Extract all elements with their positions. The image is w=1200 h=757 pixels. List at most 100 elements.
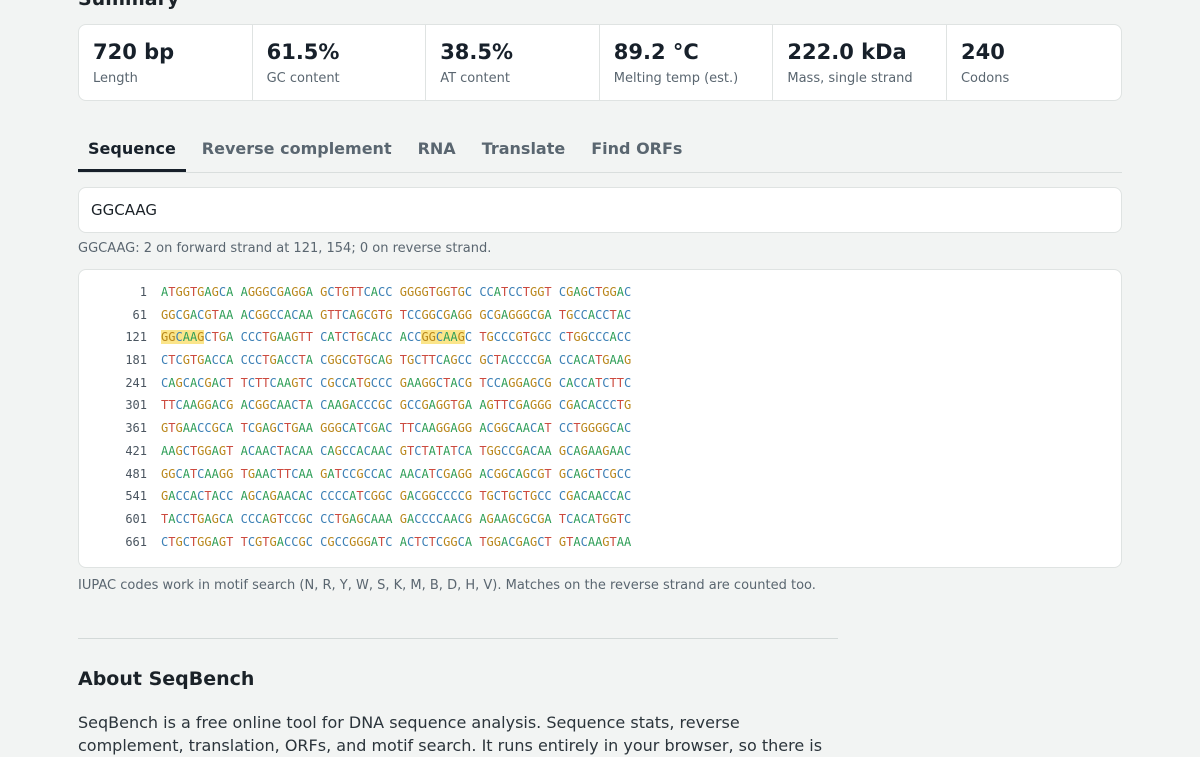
tab-rna[interactable]: RNA <box>408 130 466 172</box>
base-group: GCGAGGGCGA <box>479 307 552 322</box>
iupac-hint: IUPAC codes work in motif search (N, R, … <box>78 578 816 593</box>
base-group: AGTTCGAGGG <box>479 398 552 413</box>
base-group: GCTACCCCGA <box>479 353 552 368</box>
base-group: GCCGAGGTGA <box>399 398 473 413</box>
stat-value: 89.2 °C <box>613 40 699 64</box>
row-position: 181 <box>125 353 147 368</box>
base-group: TCACATGGTC <box>558 511 632 526</box>
base-group: CCACATGAAG <box>558 353 632 368</box>
base-group: GTCTATATCA <box>399 443 473 458</box>
base-group: GGGCATCGAC <box>320 421 393 436</box>
row-bases: GACCACTACC AGCAGAACAC CCCCATCGGC GACGGCC… <box>161 488 631 511</box>
motif-search-input[interactable] <box>78 187 1122 233</box>
base-group: TGCTGCTGCC <box>479 489 552 504</box>
base-group: TTCAAGGACG <box>161 398 234 413</box>
base-group: ACGGCCACAA <box>240 307 313 322</box>
base-group: CCTGAGCAAA <box>320 511 393 526</box>
row-position: 301 <box>125 398 147 413</box>
row-position: 601 <box>125 511 147 526</box>
row-bases: ATGGTGAGCA AGGGCGAGGA GCTGTTCACC GGGGTGG… <box>161 284 631 307</box>
base-group: GATCCGCCAC <box>320 466 393 481</box>
row-bases: CAGCACGACT TCTTCAAGTC CGCCATGCCC GAAGGCT… <box>161 375 631 398</box>
base-group: AGCAGAACAC <box>240 489 313 504</box>
stat-value: 38.5% <box>440 40 514 64</box>
base-group: TCGTGACCGC <box>240 534 313 549</box>
stat-melting-temp: 89.2 °C Melting temp (est.) <box>600 25 774 100</box>
stat-label: Length <box>93 71 138 86</box>
base-group: ATGGTGAGCA <box>161 285 234 299</box>
base-group: GACGGCCCCG <box>399 489 473 504</box>
sequence-row: 121 GGCAAGCTGA CCCTGAAGTT CATCTGCACC ACCG… <box>79 329 631 352</box>
row-position: 661 <box>125 534 147 549</box>
base-group: CGCCATGCCC <box>320 375 393 390</box>
base-group: GTACAAGTAA <box>558 534 632 549</box>
base-group: ACGGCAACTA <box>240 398 313 413</box>
stat-length: 720 bp Length <box>79 25 253 100</box>
base-group: TGGACGAGCT <box>479 534 552 549</box>
base-group: TGGCCGACAA <box>479 443 552 458</box>
row-bases: GTGAACCGCA TCGAGCTGAA GGGCATCGAC TTCAAGG… <box>161 420 631 443</box>
base-group: TGAACTTCAA <box>240 466 313 481</box>
base-group: CGCCGGGATC <box>320 534 393 549</box>
sequence-row: 1 ATGGTGAGCA AGGGCGAGGA GCTGTTCACC GGGGTG… <box>79 284 631 307</box>
sequence-row: 241 CAGCACGACT TCTTCAAGTC CGCCATGCCC GAAG… <box>79 375 631 398</box>
base-group: TCTTCAAGTC <box>240 375 313 390</box>
row-position: 541 <box>125 489 147 504</box>
row-position: 61 <box>132 307 147 322</box>
base-group: GCAGAAGAAC <box>558 443 632 458</box>
base-group: TCCGGCGAGG <box>399 307 473 322</box>
base-group: CGGCGTGCAG <box>320 353 393 368</box>
base-group: AACATCGAGG <box>399 466 473 481</box>
base-group: CCCAGTCCGC <box>240 511 313 526</box>
row-bases: GGCGACGTAA ACGGCCACAA GTTCAGCGTG TCCGGCG… <box>161 307 631 330</box>
base-group: GCAGCTCGCC <box>558 466 632 481</box>
row-bases: CTCGTGACCA CCCTGACCTA CGGCGTGCAG TGCTTCA… <box>161 352 631 375</box>
base-group: GCTGTTCACC <box>320 285 393 299</box>
summary-title: Summary <box>78 0 179 10</box>
base-group: CAGCACGACT <box>161 375 234 390</box>
base-group: TACCTGAGCA <box>161 511 234 526</box>
base-group: AGAAGCGCGA <box>479 511 552 526</box>
tab-sequence[interactable]: Sequence <box>78 130 186 172</box>
stat-value: 61.5% <box>266 40 340 64</box>
row-position: 481 <box>125 466 147 481</box>
stat-label: AT content <box>440 71 510 86</box>
stat-label: Mass, single strand <box>787 71 913 86</box>
sequence-row: 601 TACCTGAGCA CCCAGTCCGC CCTGAGCAAA GACC… <box>79 511 631 534</box>
row-bases: AAGCTGGAGT ACAACTACAA CAGCCACAAC GTCTATA… <box>161 443 631 466</box>
about-title: About SeqBench <box>78 668 255 690</box>
sequence-row: 421 AAGCTGGAGT ACAACTACAA CAGCCACAAC GTCT… <box>79 443 631 466</box>
tab-find-orfs[interactable]: Find ORFs <box>581 130 692 172</box>
sequence-row: 661 CTGCTGGAGT TCGTGACCGC CGCCGGGATC ACTC… <box>79 534 631 557</box>
sequence-row: 301 TTCAAGGACG ACGGCAACTA CAAGACCCGC GCCG… <box>79 397 631 420</box>
tab-translate[interactable]: Translate <box>472 130 576 172</box>
base-group: GGCGACGTAA <box>161 307 234 322</box>
tab-reverse-complement[interactable]: Reverse complement <box>192 130 402 172</box>
base-group: CCATCCTGGT <box>479 285 552 299</box>
stat-value: 222.0 kDa <box>787 40 907 64</box>
sequence-row: 61 GGCGACGTAA ACGGCCACAA GTTCAGCGTG TCCGG… <box>79 307 632 330</box>
match-summary: GGCAAG: 2 on forward strand at 121, 154;… <box>78 241 492 256</box>
sequence-row: 481 GGCATCAAGG TGAACTTCAA GATCCGCCAC AACA… <box>79 466 631 489</box>
base-group: ACGGCAACAT <box>479 421 552 436</box>
base-group: GAAGGCTACG <box>399 375 473 390</box>
base-group: GTTCAGCGTG <box>320 307 393 322</box>
tab-bar: Sequence Reverse complement RNA Translat… <box>78 130 1122 173</box>
base-group: GGCAAGCTGA <box>161 330 234 345</box>
stat-value: 240 <box>960 40 1005 64</box>
summary-stats: 720 bp Length 61.5% GC content 38.5% AT … <box>78 24 1122 101</box>
base-group: CAAGACCCGC <box>320 398 393 413</box>
stat-label: GC content <box>266 71 340 86</box>
base-group: ACGGCAGCGT <box>479 466 552 481</box>
row-bases: TACCTGAGCA CCCAGTCCGC CCTGAGCAAA GACCCCA… <box>161 511 631 534</box>
base-group: TCGAGCTGAA <box>240 421 313 436</box>
row-bases: TTCAAGGACG ACGGCAACTA CAAGACCCGC GCCGAGG… <box>161 397 631 420</box>
base-group: CGACAACCAC <box>558 489 632 504</box>
base-group: CAGCCACAAC <box>320 443 393 458</box>
base-group: TTCAAGGAGG <box>399 421 473 436</box>
base-group: AAGCTGGAGT <box>161 443 234 458</box>
stat-at-content: 38.5% AT content <box>426 25 600 100</box>
about-text: SeqBench is a free online tool for DNA s… <box>78 713 823 755</box>
base-group: CTGGCCCACC <box>558 330 632 345</box>
base-group: GGGGTGGTGC <box>399 285 473 299</box>
